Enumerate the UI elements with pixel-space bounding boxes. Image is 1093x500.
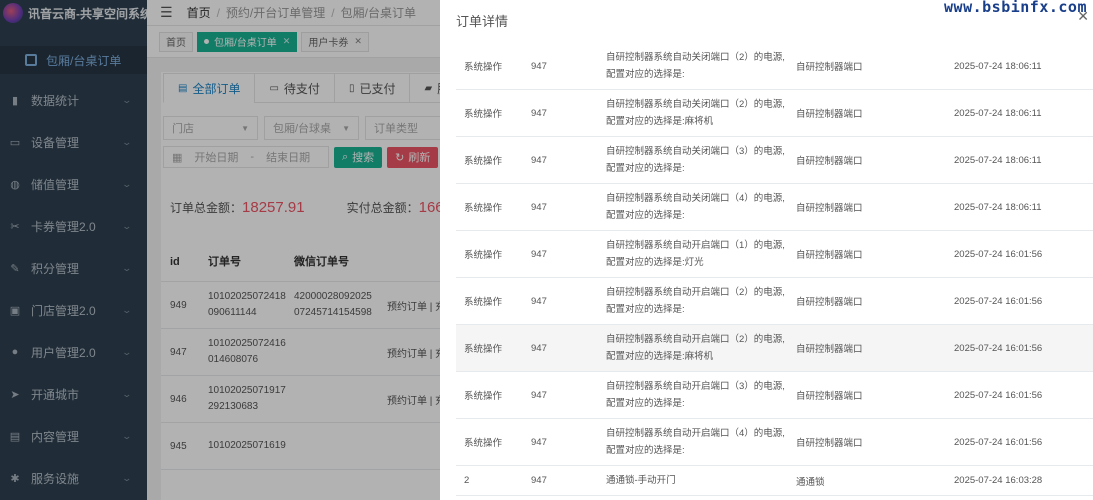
- cell-uid: 947: [531, 248, 547, 260]
- detail-row: 系统操作 947 自研控制器系统自动开启端口（1）的电源, 配置对应的选择是:灯光 自研…: [456, 231, 1093, 278]
- cell-op: 系统操作: [464, 203, 503, 214]
- detail-row: 系统操作 947 自研控制器系统自动开启端口（2）的电源, 配置对应的选择是: 自研控制…: [456, 278, 1093, 325]
- cell-device: 自研控制器端口: [796, 109, 863, 120]
- cell-uid: 947: [531, 107, 547, 119]
- cell-device: 自研控制器端口: [796, 156, 863, 167]
- cell-device: 通通锁: [796, 476, 825, 488]
- desc-line: 配置对应的选择是:: [606, 445, 685, 456]
- desc-line: 通通锁-手动开门: [606, 475, 676, 486]
- cell-time: 2025-07-24 16:01:56: [954, 389, 1043, 401]
- desc-line: 自研控制器系统自动关闭端口（2）的电源,: [606, 99, 785, 110]
- cell-device: 自研控制器端口: [796, 62, 863, 73]
- cell-op: 系统操作: [464, 109, 503, 120]
- desc-line: 自研控制器系统自动开启端口（4）的电源,: [606, 428, 785, 439]
- desc-line: 自研控制器系统自动开启端口（3）的电源,: [606, 381, 785, 392]
- desc-line: 自研控制器系统自动开启端口（2）的电源,: [606, 287, 785, 298]
- cell-time: 2025-07-24 16:01:56: [954, 436, 1043, 448]
- cell-time: 2025-07-24 18:06:11: [954, 154, 1042, 166]
- cell-uid: 947: [531, 342, 547, 354]
- cell-desc: 自研控制器系统自动开启端口（3）的电源, 配置对应的选择是:: [606, 378, 796, 412]
- detail-row: 系统操作 947 自研控制器系统自动开启端口（2）的电源, 配置对应的选择是:麻将机自…: [456, 325, 1093, 372]
- close-icon[interactable]: ✕: [1077, 8, 1089, 25]
- cell-op: 系统操作: [464, 391, 503, 402]
- cell-uid: 947: [531, 295, 547, 307]
- desc-line: 配置对应的选择是:: [606, 398, 685, 409]
- detail-row: 系统操作 947 自研控制器系统自动关闭端口（2）的电源, 配置对应的选择是:麻将机自…: [456, 90, 1093, 137]
- desc-line: 配置对应的选择是:: [606, 304, 685, 315]
- cell-desc: 通通锁-手动开门: [606, 472, 796, 489]
- detail-row: 系统操作 947 自研控制器系统自动关闭端口（3）的电源, 配置对应的选择是: 自研控制…: [456, 137, 1093, 184]
- detail-row: 系统操作 947 自研控制器系统自动关闭端口（4）的电源, 配置对应的选择是: 自研控制…: [456, 184, 1093, 231]
- cell-uid: 947: [531, 389, 547, 401]
- watermark: www.bsbinfx.com: [944, 0, 1087, 16]
- cell-device: 自研控制器端口: [796, 438, 863, 449]
- cell-op: 系统操作: [464, 156, 503, 167]
- cell-device: 自研控制器端口: [796, 344, 863, 355]
- order-detail-drawer: 订单详情 www.bsbinfx.com ✕ 系统操作 947 自研控制器系统自动关…: [440, 0, 1093, 500]
- cell-uid: 947: [531, 475, 547, 486]
- cell-time: 2025-07-24 16:01:56: [954, 342, 1043, 354]
- cell-uid: 947: [531, 154, 547, 166]
- cell-device: 自研控制器端口: [796, 297, 863, 308]
- cell-desc: 自研控制器系统自动开启端口（2）的电源, 配置对应的选择是:: [606, 284, 796, 318]
- desc-line: 配置对应的选择是:灯光: [606, 257, 704, 268]
- detail-list: 系统操作 947 自研控制器系统自动关闭端口（2）的电源, 配置对应的选择是: 自研控制…: [456, 43, 1093, 496]
- cell-op: 系统操作: [464, 62, 503, 73]
- cell-uid: 947: [531, 436, 547, 448]
- detail-row: 系统操作 947 自研控制器系统自动开启端口（4）的电源, 配置对应的选择是: 自研控制…: [456, 419, 1093, 466]
- cell-device: 自研控制器端口: [796, 203, 863, 214]
- cell-time: 2025-07-24 18:06:11: [954, 201, 1042, 213]
- cell-desc: 自研控制器系统自动关闭端口（2）的电源, 配置对应的选择是:: [606, 49, 796, 83]
- cell-desc: 自研控制器系统自动开启端口（1）的电源, 配置对应的选择是:灯光: [606, 237, 796, 271]
- cell-desc: 自研控制器系统自动开启端口（4）的电源, 配置对应的选择是:: [606, 425, 796, 459]
- detail-row: 2 947 通通锁-手动开门 通通锁 2025-07-24 16:03:28: [456, 466, 1093, 496]
- cell-time: 2025-07-24 16:01:56: [954, 248, 1043, 260]
- drawer-title: 订单详情: [456, 14, 509, 29]
- cell-device: 自研控制器端口: [796, 250, 863, 261]
- cell-uid: 947: [531, 201, 547, 213]
- cell-op: 系统操作: [464, 250, 503, 261]
- detail-row: 系统操作 947 自研控制器系统自动关闭端口（2）的电源, 配置对应的选择是: 自研控制…: [456, 43, 1093, 90]
- cell-op: 系统操作: [464, 438, 503, 449]
- desc-line: 配置对应的选择是:麻将机: [606, 116, 714, 127]
- cell-desc: 自研控制器系统自动关闭端口（2）的电源, 配置对应的选择是:麻将机: [606, 96, 796, 130]
- detail-row: 系统操作 947 自研控制器系统自动开启端口（3）的电源, 配置对应的选择是: 自研控制…: [456, 372, 1093, 419]
- cell-op: 系统操作: [464, 297, 503, 308]
- cell-device: 自研控制器端口: [796, 391, 863, 402]
- cell-desc: 自研控制器系统自动开启端口（2）的电源, 配置对应的选择是:麻将机: [606, 331, 796, 365]
- desc-line: 自研控制器系统自动关闭端口（3）的电源,: [606, 146, 785, 157]
- desc-line: 配置对应的选择是:: [606, 163, 685, 174]
- desc-line: 配置对应的选择是:麻将机: [606, 351, 714, 362]
- desc-line: 自研控制器系统自动关闭端口（4）的电源,: [606, 193, 785, 204]
- desc-line: 配置对应的选择是:: [606, 69, 685, 80]
- desc-line: 自研控制器系统自动开启端口（2）的电源,: [606, 334, 785, 345]
- cell-time: 2025-07-24 18:06:11: [954, 60, 1042, 72]
- cell-op: 系统操作: [464, 344, 503, 355]
- cell-desc: 自研控制器系统自动关闭端口（3）的电源, 配置对应的选择是:: [606, 143, 796, 177]
- desc-line: 自研控制器系统自动开启端口（1）的电源,: [606, 240, 785, 251]
- cell-desc: 自研控制器系统自动关闭端口（4）的电源, 配置对应的选择是:: [606, 190, 796, 224]
- desc-line: 配置对应的选择是:: [606, 210, 685, 221]
- cell-time: 2025-07-24 18:06:11: [954, 107, 1042, 119]
- cell-time: 2025-07-24 16:03:28: [954, 475, 1043, 486]
- cell-op: 2: [464, 475, 470, 486]
- cell-time: 2025-07-24 16:01:56: [954, 295, 1043, 307]
- cell-uid: 947: [531, 60, 547, 72]
- desc-line: 自研控制器系统自动关闭端口（2）的电源,: [606, 52, 785, 63]
